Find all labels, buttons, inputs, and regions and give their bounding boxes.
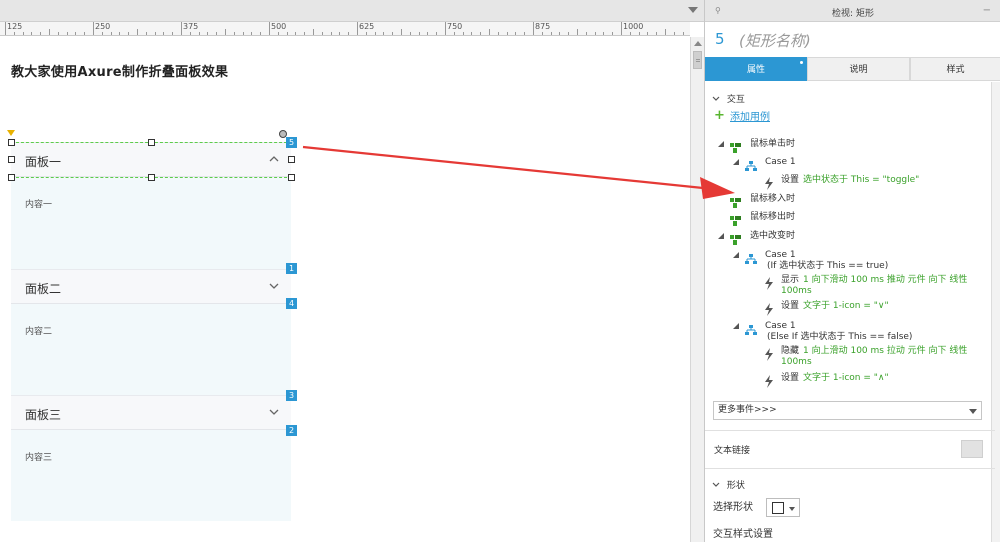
annotation-arrow — [302, 145, 735, 199]
axure-workspace: 125 250 375 500 625 750 875 1000 教大家使用Axure制作折叠… — [0, 0, 1000, 542]
